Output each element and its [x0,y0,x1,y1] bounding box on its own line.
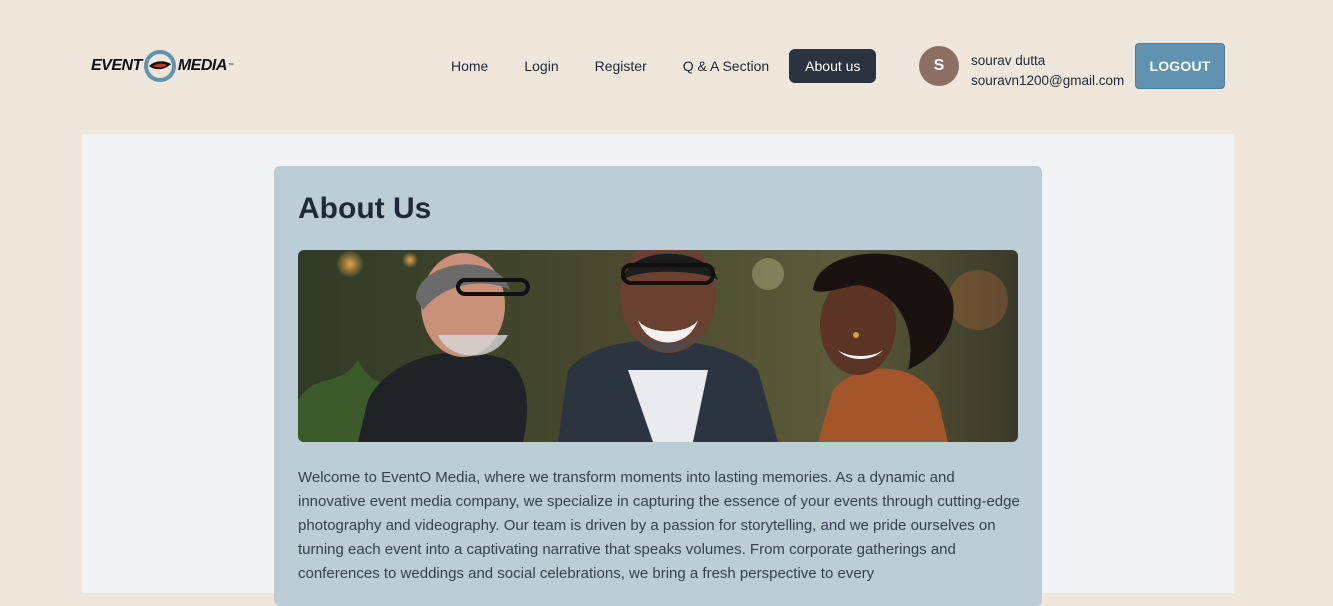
user-avatar[interactable]: S [919,46,959,86]
nav-qa-section[interactable]: Q & A Section [667,49,785,83]
logo-text-left: EVENT [91,57,142,74]
hero-image [298,250,1018,442]
logo-trademark: ™ [227,63,234,69]
nav-home[interactable]: Home [435,49,504,83]
main-nav: Home Login Register Q & A Section About … [435,48,880,84]
site-header: EVENT MEDIA ™ Home Login Register Q & A … [0,0,1333,134]
user-email: souravn1200@gmail.com [971,73,1125,88]
nav-register[interactable]: Register [579,49,663,83]
page-title: About Us [298,192,432,225]
user-name: sourav dutta [971,53,1046,68]
photo-of-three-people-smiling-icon [298,250,1018,442]
main-content: About Us Welcome to EventO Media, where … [82,134,1234,606]
logo-ring-icon [143,49,177,83]
nav-about-us[interactable]: About us [789,49,877,83]
logout-button[interactable]: LOGOUT [1135,43,1225,89]
logo-text-right: MEDIA [177,57,228,74]
nav-login[interactable]: Login [508,49,574,83]
about-intro-text: Welcome to EventO Media, where we transf… [298,469,1020,582]
user-info: sourav dutta souravn1200@gmail.com [971,51,1124,91]
evento-media-logo[interactable]: EVENT MEDIA ™ [91,48,234,84]
about-card: About Us Welcome to EventO Media, where … [274,166,1042,606]
